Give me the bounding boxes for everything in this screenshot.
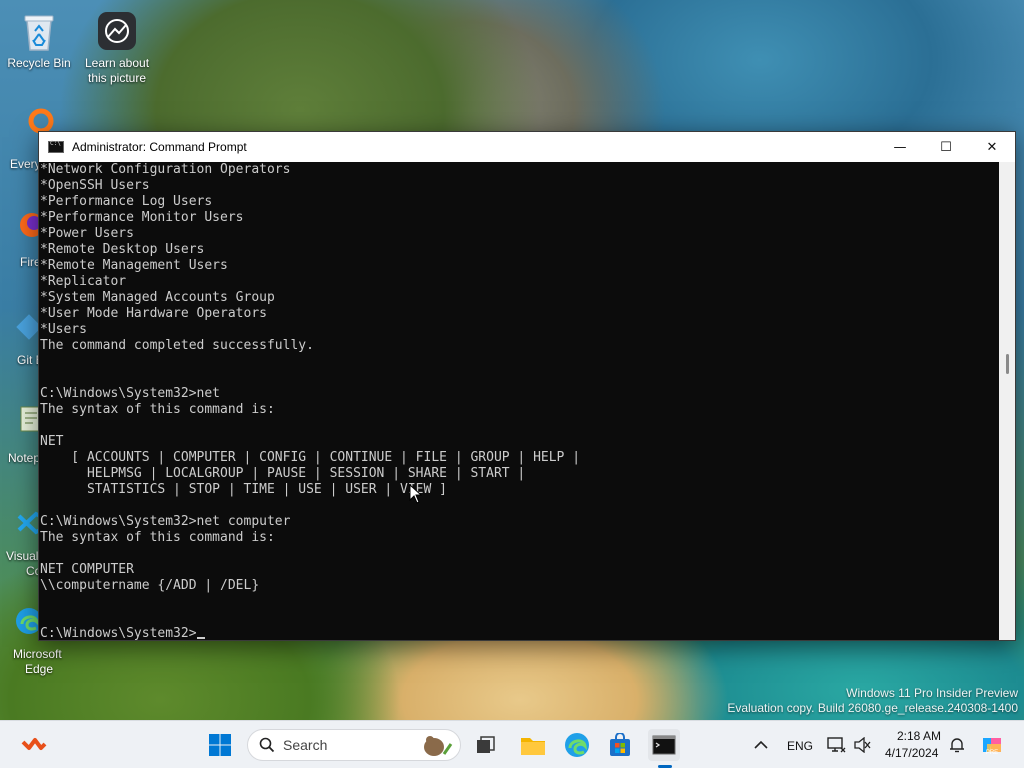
- window-titlebar[interactable]: Administrator: Command Prompt — ☐ ✕: [39, 132, 1015, 162]
- taskbar-search[interactable]: Search: [247, 729, 461, 761]
- console-line: *Users: [40, 322, 87, 337]
- folder-icon: [521, 738, 545, 755]
- recycle-bin-shortcut[interactable]: Recycle Bin: [0, 10, 78, 71]
- scrollbar-thumb[interactable]: [1006, 354, 1009, 374]
- task-view-button[interactable]: [470, 729, 502, 761]
- minimize-button[interactable]: —: [877, 132, 923, 162]
- console-line: *Network Configuration Operators: [40, 162, 291, 177]
- console-line: *Replicator: [40, 274, 127, 289]
- console-line: [ ACCOUNTS | COMPUTER | CONFIG | CONTINU…: [40, 450, 581, 465]
- console-line: HELPMSG | LOCALGROUP | PAUSE | SESSION |…: [40, 466, 526, 481]
- command-prompt-icon: [48, 140, 64, 153]
- recycle-bin-label: Recycle Bin: [7, 56, 71, 70]
- chevron-up-icon: [754, 740, 768, 749]
- notifications-button[interactable]: [944, 729, 970, 761]
- maximize-icon: ☐: [940, 139, 952, 155]
- console-line: *Performance Monitor Users: [40, 210, 244, 225]
- file-explorer-button[interactable]: [517, 729, 549, 761]
- command-prompt-window[interactable]: Administrator: Command Prompt — ☐ ✕ *Net…: [38, 131, 1016, 641]
- search-highlight-icon: [424, 736, 453, 756]
- console-line: \\computername {/ADD | /DEL}: [40, 578, 260, 593]
- console-line: *Performance Log Users: [40, 194, 213, 209]
- start-button[interactable]: [204, 729, 236, 761]
- clock-date[interactable]: 4/17/2024: [885, 746, 938, 760]
- console-line: NET: [40, 434, 64, 449]
- task-view-icon: [477, 736, 495, 753]
- console-text: *Network Configuration Operators *OpenSS…: [40, 162, 999, 640]
- console-line: C:\Windows\System32>net: [40, 386, 221, 401]
- watermark-build: Evaluation copy. Build 26080.ge_release.…: [727, 701, 1018, 715]
- search-icon: [259, 737, 275, 753]
- volume-muted-icon: [854, 737, 871, 753]
- learn-about-picture-shortcut[interactable]: Learn about this picture: [78, 10, 156, 86]
- close-icon: ✕: [986, 139, 998, 155]
- console-line: *User Mode Hardware Operators: [40, 306, 267, 321]
- camera-spotlight-icon: [96, 10, 138, 52]
- console-line: C:\Windows\System32>net computer: [40, 514, 291, 529]
- terminal-icon: [652, 735, 676, 755]
- text-cursor: [196, 637, 205, 639]
- windows-logo-icon: [209, 734, 231, 756]
- edge-shortcut-label-line2: Edge: [25, 662, 54, 676]
- edge-shortcut-label-line1: Microsoft: [13, 647, 62, 661]
- console-line: *Power Users: [40, 226, 134, 241]
- copilot-pre-badge: PRE: [986, 750, 998, 756]
- console-line: *Remote Management Users: [40, 258, 228, 273]
- mouse-pointer-icon: [409, 484, 423, 504]
- vscode-shortcut-label-line1: Visual: [6, 549, 39, 563]
- console-line: The syntax of this command is:: [40, 530, 275, 545]
- watermark-edition: Windows 11 Pro Insider Preview: [846, 686, 1018, 700]
- recycle-bin-icon: [18, 10, 60, 52]
- console-line: The command completed successfully.: [40, 338, 314, 353]
- windows-watermark: Windows 11 Pro Insider Preview Evaluatio…: [727, 686, 1018, 716]
- console-line: NET COMPUTER: [40, 562, 134, 577]
- notification-bell-icon: [950, 738, 964, 753]
- microsoft-store-button[interactable]: [604, 729, 636, 761]
- copilot-button[interactable]: PRE: [976, 729, 1008, 761]
- widgets-button[interactable]: [18, 729, 50, 761]
- close-button[interactable]: ✕: [969, 132, 1015, 162]
- console-line: The syntax of this command is:: [40, 402, 275, 417]
- search-label: Search: [283, 737, 328, 753]
- edge-taskbar-button[interactable]: [561, 729, 593, 761]
- notepad-shortcut-label: Notep: [8, 451, 41, 465]
- console-line: *System Managed Accounts Group: [40, 290, 275, 305]
- language-indicator[interactable]: ENG: [787, 739, 813, 753]
- volume-button[interactable]: [849, 729, 875, 761]
- console-line: *Remote Desktop Users: [40, 242, 205, 257]
- edge-icon: [565, 733, 589, 757]
- vertical-scrollbar[interactable]: [999, 162, 1015, 640]
- taskbar: Search ENG 2:18 AM 4/17/2024 PRE: [0, 720, 1024, 768]
- network-icon: [827, 737, 846, 753]
- command-prompt-taskbar-button[interactable]: [648, 729, 680, 761]
- console-line: STATISTICS | STOP | TIME | USE | USER | …: [40, 482, 447, 497]
- console-output[interactable]: *Network Configuration Operators *OpenSS…: [39, 162, 999, 640]
- show-hidden-icons-button[interactable]: [745, 729, 777, 761]
- clock-time[interactable]: 2:18 AM: [897, 729, 941, 743]
- learn-about-picture-label: Learn about this picture: [84, 56, 150, 85]
- widgets-icon: [21, 738, 47, 750]
- minimize-icon: —: [893, 139, 907, 155]
- window-title: Administrator: Command Prompt: [72, 140, 247, 154]
- maximize-button[interactable]: ☐: [923, 132, 969, 162]
- copilot-icon: PRE: [983, 738, 1001, 756]
- console-line: C:\Windows\System32>: [40, 626, 197, 640]
- network-button[interactable]: [822, 729, 850, 761]
- store-icon: [610, 733, 630, 756]
- console-line: *OpenSSH Users: [40, 178, 150, 193]
- everything-shortcut-label: Every: [10, 157, 41, 171]
